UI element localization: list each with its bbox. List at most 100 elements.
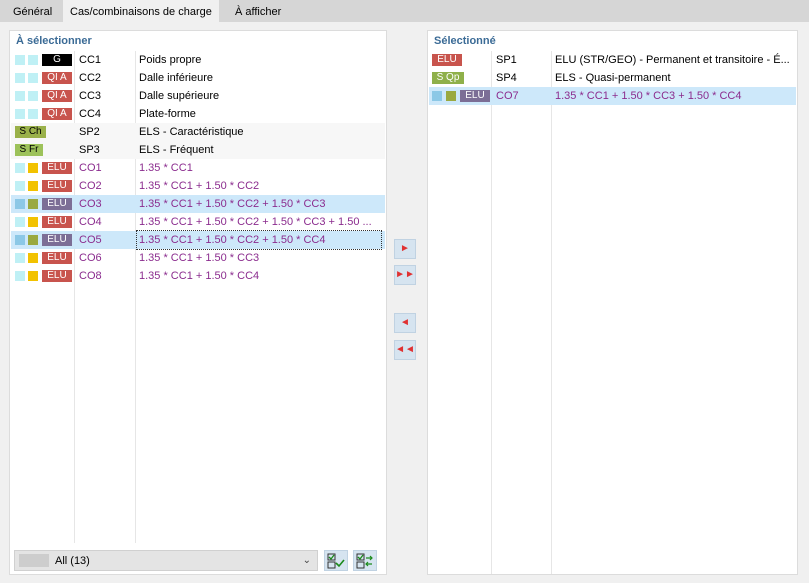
item-description: 1.35 * CC1 [139, 162, 193, 174]
item-code: CO2 [79, 180, 102, 192]
item-code: CC4 [79, 108, 102, 120]
color-square [28, 55, 38, 65]
color-square [28, 91, 38, 101]
tab-load-cases[interactable]: Cas/combinaisons de charge [63, 0, 219, 22]
color-square [28, 235, 38, 245]
item-code: CC1 [79, 54, 102, 66]
remove-selected-button[interactable]: ◄ [394, 313, 416, 333]
type-badge: ELU [42, 252, 72, 264]
color-square [28, 253, 38, 263]
color-square [28, 73, 38, 83]
available-list-panel: À sélectionner G CC1 Poids propre QI A C… [9, 30, 387, 575]
filter-color-swatch [19, 554, 49, 567]
color-square [28, 163, 38, 173]
add-all-button[interactable]: ►► [394, 265, 416, 285]
color-square [15, 73, 25, 83]
color-square [28, 181, 38, 191]
toggle-selection-button[interactable] [353, 550, 377, 571]
item-code: CO6 [79, 252, 102, 264]
type-badge: ELU [42, 234, 72, 246]
item-code: CO3 [79, 198, 102, 210]
type-badge: QI A [42, 72, 72, 84]
type-badge: S Ch [15, 126, 46, 138]
list-item[interactable]: S Fr SP3 ELS - Fréquent [11, 141, 385, 159]
available-list-title: À sélectionner [16, 35, 92, 47]
color-square [28, 199, 38, 209]
color-square [15, 271, 25, 281]
list-item-selected[interactable]: ELU CO7 1.35 * CC1 + 1.50 * CC3 + 1.50 *… [429, 87, 796, 105]
item-description: 1.35 * CC1 + 1.50 * CC2 + 1.50 * CC3 [139, 198, 326, 210]
list-item-selected[interactable]: ELU CO3 1.35 * CC1 + 1.50 * CC2 + 1.50 *… [11, 195, 385, 213]
select-all-button[interactable] [324, 550, 348, 571]
type-badge: ELU [42, 198, 72, 210]
type-badge: ELU [460, 90, 490, 102]
color-square [15, 217, 25, 227]
color-square [15, 199, 25, 209]
column-divider [551, 51, 552, 574]
tab-display[interactable]: À afficher [228, 2, 289, 22]
list-item[interactable]: QI A CC2 Dalle inférieure [11, 69, 385, 87]
item-description: 1.35 * CC1 + 1.50 * CC2 + 1.50 * CC3 + 1… [139, 216, 372, 228]
item-description: Plate-forme [139, 108, 196, 120]
item-code: SP2 [79, 126, 100, 138]
type-badge: ELU [42, 180, 72, 192]
selected-list-title: Sélectionné [434, 35, 496, 47]
item-description-focused: 1.35 * CC1 + 1.50 * CC2 + 1.50 * CC4 [136, 230, 382, 250]
color-square [15, 109, 25, 119]
column-divider [491, 51, 492, 574]
type-badge: G [42, 54, 72, 66]
tab-bar: Général Cas/combinaisons de charge À aff… [0, 0, 809, 22]
remove-all-button[interactable]: ◄◄ [394, 340, 416, 360]
item-description: ELS - Quasi-permanent [555, 72, 671, 84]
list-item[interactable]: ELU CO6 1.35 * CC1 + 1.50 * CC3 [11, 249, 385, 267]
color-square [15, 253, 25, 263]
color-square [15, 181, 25, 191]
list-item[interactable]: S Qp SP4 ELS - Quasi-permanent [429, 69, 796, 87]
color-square [28, 271, 38, 281]
filter-value: All (13) [55, 555, 90, 567]
color-square [15, 163, 25, 173]
chevron-down-icon: ⌄ [302, 555, 311, 566]
list-item[interactable]: ELU CO8 1.35 * CC1 + 1.50 * CC4 [11, 267, 385, 285]
item-code: CO4 [79, 216, 102, 228]
color-square [28, 217, 38, 227]
color-square [432, 91, 442, 101]
item-code: CC3 [79, 90, 102, 102]
item-code: CC2 [79, 72, 102, 84]
item-description: 1.35 * CC1 + 1.50 * CC3 [139, 252, 260, 264]
item-description: ELS - Caractéristique [139, 126, 244, 138]
check-all-icon [327, 553, 345, 569]
item-description: Poids propre [139, 54, 202, 66]
list-item[interactable]: ELU CO4 1.35 * CC1 + 1.50 * CC2 + 1.50 *… [11, 213, 385, 231]
type-badge: QI A [42, 90, 72, 102]
type-badge: QI A [42, 108, 72, 120]
item-description: 1.35 * CC1 + 1.50 * CC3 + 1.50 * CC4 [555, 90, 742, 102]
list-item-selected[interactable]: ELU CO5 1.35 * CC1 + 1.50 * CC2 + 1.50 *… [11, 230, 385, 250]
item-code: CO5 [79, 234, 102, 246]
toggle-selection-icon [356, 553, 373, 569]
item-code: SP3 [79, 144, 100, 156]
filter-dropdown[interactable]: All (13) ⌄ [14, 550, 318, 571]
item-code: SP4 [496, 72, 517, 84]
item-description: 1.35 * CC1 + 1.50 * CC2 [139, 180, 260, 192]
add-selected-button[interactable]: ► [394, 239, 416, 259]
type-badge: S Qp [432, 72, 464, 84]
type-badge: ELU [42, 216, 72, 228]
list-item[interactable]: QI A CC3 Dalle supérieure [11, 87, 385, 105]
color-square [15, 235, 25, 245]
color-square [446, 91, 456, 101]
list-item[interactable]: ELU SP1 ELU (STR/GEO) - Permanent et tra… [429, 51, 796, 69]
type-badge: ELU [42, 162, 72, 174]
list-item[interactable]: S Ch SP2 ELS - Caractéristique [11, 123, 385, 141]
list-item[interactable]: ELU CO2 1.35 * CC1 + 1.50 * CC2 [11, 177, 385, 195]
list-item[interactable]: G CC1 Poids propre [11, 51, 385, 69]
type-badge: ELU [42, 270, 72, 282]
item-description: Dalle supérieure [139, 90, 220, 102]
color-square [28, 109, 38, 119]
tab-general[interactable]: Général [6, 2, 60, 22]
item-code: CO1 [79, 162, 102, 174]
item-description: ELS - Fréquent [139, 144, 214, 156]
item-code: CO8 [79, 270, 102, 282]
list-item[interactable]: QI A CC4 Plate-forme [11, 105, 385, 123]
list-item[interactable]: ELU CO1 1.35 * CC1 [11, 159, 385, 177]
